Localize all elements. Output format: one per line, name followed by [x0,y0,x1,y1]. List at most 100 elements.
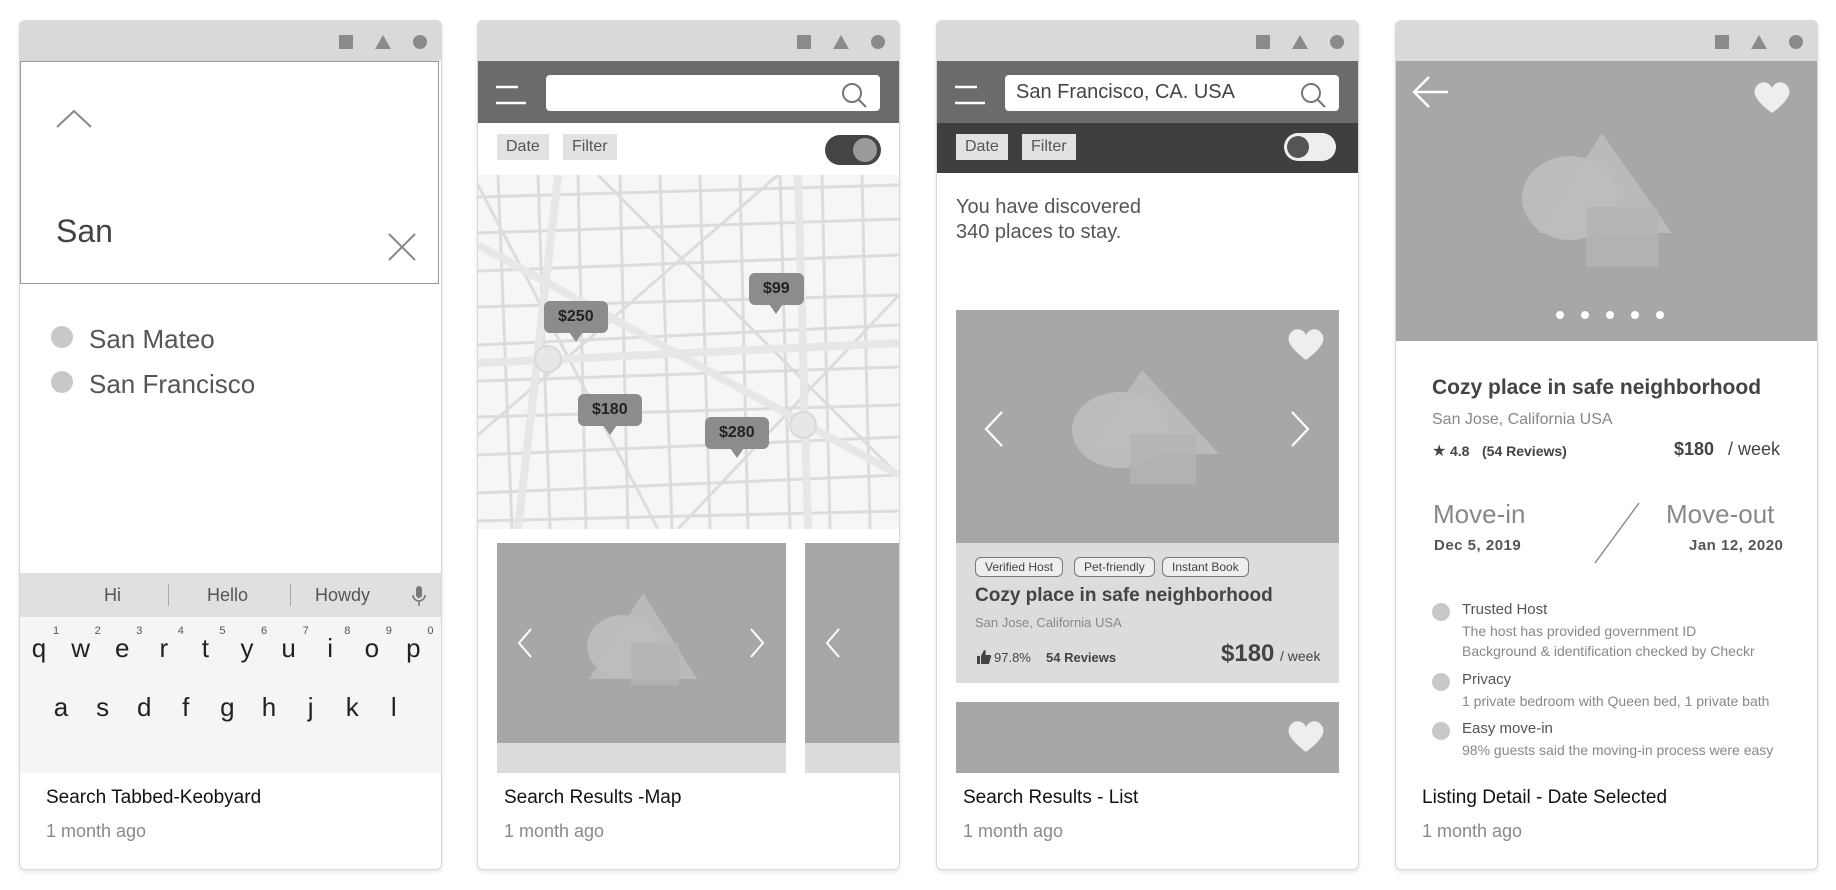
keyboard-key[interactable]: o [357,633,387,664]
keyboard-key-number: 1 [53,625,60,637]
search-input[interactable] [546,75,880,111]
keyboard-key[interactable]: k [337,692,367,723]
chevron-left-icon[interactable] [984,410,1004,448]
listing-card-footer [805,743,899,773]
keyboard-key-number: 4 [177,625,184,637]
star-icon: ★ [1432,443,1447,460]
filter-button[interactable]: Filter [1022,134,1076,160]
image-placeholder-icon [587,593,697,685]
keyboard-key[interactable]: w [66,633,96,664]
menu-icon[interactable] [494,83,528,107]
card-listing-detail[interactable]: Cozy place in safe neighborhood San Jose… [1395,20,1818,870]
chevron-left-icon[interactable] [825,627,841,659]
search-icon[interactable] [1299,81,1327,109]
suggestion-item[interactable]: San Mateo [89,324,215,355]
price-period: / week [1280,648,1321,664]
card-search-map[interactable]: Date Filter $250 $99 $180 $280 Search Re… [477,20,900,870]
move-in-label[interactable]: Move-in [1433,499,1525,530]
chevron-right-icon[interactable] [1290,410,1310,448]
keyboard-key[interactable]: d [129,692,159,723]
feature-bullet [1432,673,1450,691]
suggestion-item[interactable]: San Francisco [89,369,255,400]
keyboard-key[interactable]: g [212,692,242,723]
close-icon[interactable] [386,231,418,263]
keyboard-key[interactable]: f [171,692,201,723]
heart-icon[interactable] [1286,718,1326,754]
listing-info: Verified Host Pet-friendly Instant Book … [956,543,1339,683]
keyboard-key-number: 3 [136,625,143,637]
move-out-date[interactable]: Jan 12, 2020 [1689,537,1783,554]
keyboard-suggestion[interactable]: Howdy [315,585,370,606]
card-timestamp: 1 month ago [1422,821,1523,841]
keyboard-key[interactable]: t [190,633,220,664]
circle-icon [871,35,885,49]
move-in-date[interactable]: Dec 5, 2019 [1434,537,1521,554]
search-input[interactable]: San [56,213,113,250]
keyboard-key[interactable]: q [24,633,54,664]
microphone-icon[interactable] [412,585,426,607]
keyboard-suggestion[interactable]: Hi [104,585,121,606]
card-timestamp: 1 month ago [46,821,147,841]
listing-title[interactable]: Cozy place in safe neighborhood [975,585,1273,607]
keyboard-key-number: 5 [219,625,226,637]
keyboard-suggestion-bar: Hi Hello Howdy [20,573,441,617]
keyboard-key[interactable]: u [274,633,304,664]
top-bar [478,61,899,123]
map-list-toggle[interactable] [1284,133,1336,161]
square-icon [797,35,811,49]
listing-card-image[interactable] [497,543,786,773]
card-search-list[interactable]: San Francisco, CA. USA Date Filter You h… [936,20,1359,870]
card-timestamp: 1 month ago [504,821,605,841]
heart-icon[interactable] [1286,326,1326,362]
keyboard-key[interactable]: s [88,692,118,723]
feature-description: The host has provided government ID [1462,623,1697,639]
keyboard-key[interactable]: p [398,633,428,664]
toggle-knob-map-icon [853,138,877,162]
keyboard-key[interactable]: l [379,692,409,723]
card-search-keyboard[interactable]: San San Mateo San Francisco Hi Hello How… [19,20,442,870]
keyboard-key[interactable]: h [254,692,284,723]
chevron-right-icon[interactable] [749,627,765,659]
search-input[interactable]: San Francisco, CA. USA [1005,75,1339,111]
card-title[interactable]: Search Results -Map [504,787,681,809]
price-pin[interactable]: $180 [578,394,642,435]
map[interactable] [478,175,899,529]
keyboard-key[interactable]: r [149,633,179,664]
filter-button[interactable]: Filter [563,134,617,160]
move-out-label[interactable]: Move-out [1666,499,1774,530]
date-filter-button[interactable]: Date [956,134,1008,160]
keyboard-key[interactable]: y [232,633,262,664]
keyboard-key-number: 6 [261,625,268,637]
search-icon[interactable] [840,81,868,109]
price-pin[interactable]: $250 [544,301,608,342]
menu-icon[interactable] [953,83,987,107]
card-title[interactable]: Search Results - List [963,787,1138,809]
carousel-dots[interactable] [1556,311,1664,319]
keyboard-key[interactable]: e [107,633,137,664]
card-title[interactable]: Search Tabbed-Keobyard [46,787,261,809]
card-title[interactable]: Listing Detail - Date Selected [1422,787,1667,809]
feature-description: 98% guests said the moving-in process we… [1462,742,1774,758]
feature-bullet [1432,603,1450,621]
map-list-toggle[interactable] [825,135,881,165]
listing-card[interactable] [956,702,1339,773]
price-pin[interactable]: $99 [749,273,804,314]
heart-icon[interactable] [1752,79,1792,115]
keyboard-key[interactable]: i [315,633,345,664]
keyboard-suggestion[interactable]: Hello [207,585,248,606]
keyboard-key-number: 7 [302,625,309,637]
keyboard-key[interactable]: a [46,692,76,723]
date-filter-button[interactable]: Date [497,134,549,160]
feature-title: Easy move-in [1462,720,1553,737]
price-pin[interactable]: $280 [705,417,769,458]
listing-hero-image[interactable] [1396,61,1817,341]
listing-location: San Jose, California USA [975,615,1122,630]
keyboard-key[interactable]: j [296,692,326,723]
triangle-icon [375,35,391,49]
back-arrow-icon[interactable] [1412,75,1450,109]
listing-card-image[interactable] [805,543,899,773]
chevron-left-icon[interactable] [517,627,533,659]
listing-card[interactable]: Verified Host Pet-friendly Instant Book … [956,310,1339,683]
chevron-up-icon[interactable] [54,107,94,131]
status-bar [478,21,899,61]
